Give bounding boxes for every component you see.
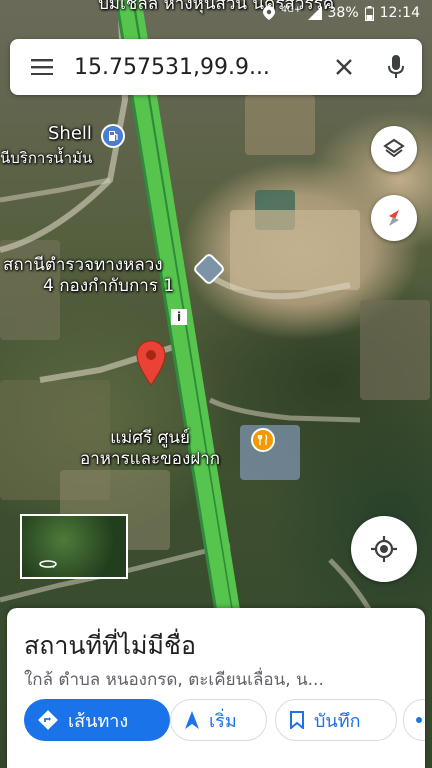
clear-button[interactable] — [318, 39, 370, 95]
voice-search-button[interactable] — [370, 39, 422, 95]
battery-percent: 38% — [327, 5, 359, 21]
microphone-icon — [388, 55, 404, 78]
more-actions-chip[interactable] — [403, 699, 425, 741]
restaurant-line-2: อาหารและของฝาก — [80, 449, 221, 469]
place-sheet[interactable]: สถานที่ที่ไม่มีชื่อ ใกล้ ตำบล หนองกรด, ต… — [7, 608, 425, 768]
layers-button[interactable] — [371, 126, 417, 172]
clock: 12:14 — [379, 5, 420, 21]
directions-icon — [38, 710, 58, 730]
gas-station-icon[interactable] — [101, 124, 125, 148]
search-query[interactable]: 15.757531,99.9... — [74, 55, 318, 80]
location-pin-icon[interactable] — [136, 340, 166, 386]
save-label: บันทึก — [314, 710, 361, 732]
layers-icon — [383, 138, 405, 158]
status-bar: 4G+ 38% 12:14 — [0, 0, 432, 30]
search-bar[interactable]: 15.757531,99.9... — [10, 39, 422, 95]
police-line-1: สถานีตำรวจทางหลวง — [3, 255, 163, 275]
signal-icon — [307, 6, 322, 20]
battery-icon — [364, 5, 374, 21]
more-dot-icon — [416, 717, 422, 723]
place-subtitle: ใกล้ ตำบล หนองกรด, ตะเคียนเลื่อน, น... — [24, 670, 324, 690]
map-label-service: นีบริการน้ำมัน — [0, 149, 93, 167]
street-view-thumbnail[interactable] — [20, 514, 128, 579]
police-line-2: 4 กองกำกับการ 1 — [43, 276, 175, 296]
bookmark-icon — [290, 711, 304, 729]
location-status-icon — [263, 6, 276, 20]
map-label-restaurant[interactable]: แม่ศรี ศูนย์ อาหารและของฝาก — [80, 428, 220, 470]
crosshair-icon — [371, 536, 397, 562]
network-indicator: 4G+ — [281, 5, 302, 15]
start-label: เริ่ม — [209, 710, 237, 732]
close-icon — [336, 59, 352, 75]
restaurant-icon[interactable] — [251, 428, 275, 452]
directions-button[interactable]: เส้นทาง — [24, 699, 170, 741]
menu-button[interactable] — [10, 39, 74, 95]
save-button[interactable]: บันทึก — [275, 699, 397, 741]
restaurant-line-1: แม่ศรี ศูนย์ — [110, 428, 190, 448]
compass-icon — [389, 210, 399, 226]
place-title: สถานที่ที่ไม่มีชื่อ — [24, 631, 196, 660]
start-button[interactable]: เริ่ม — [170, 699, 267, 741]
info-icon[interactable]: i — [171, 309, 187, 325]
compass-button[interactable] — [371, 195, 417, 241]
directions-label: เส้นทาง — [68, 710, 129, 732]
street-view-360-icon — [39, 560, 57, 568]
menu-icon — [31, 59, 53, 75]
map-label-shell[interactable]: Shell — [48, 123, 92, 144]
my-location-button[interactable] — [351, 516, 417, 582]
navigation-arrow-icon — [185, 711, 199, 729]
map-label-police[interactable]: สถานีตำรวจทางหลวง 4 กองกำกับการ 1 — [3, 255, 174, 297]
